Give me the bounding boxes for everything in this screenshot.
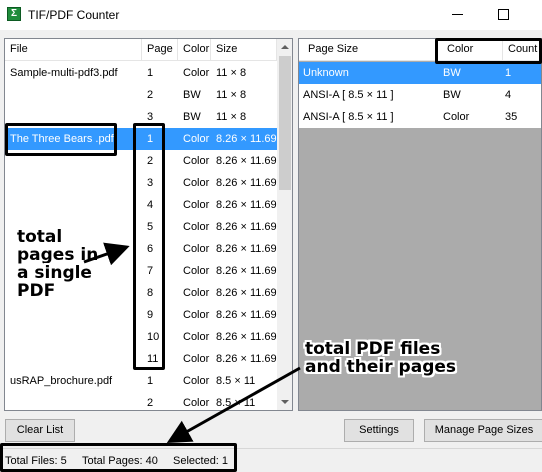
color-cell: BW [443,67,461,79]
scroll-down-icon[interactable] [281,400,289,404]
vertical-scrollbar[interactable] [277,39,292,410]
color-cell: BW [183,111,201,123]
file-name-cell [5,326,142,348]
count-cell: 1 [505,67,512,79]
file-name-cell: usRAP_brochure.pdf [10,375,113,387]
scroll-up-icon[interactable] [281,45,289,49]
column-header-color[interactable]: Color [178,39,211,61]
color-cell: Color [183,199,210,211]
title-bar: Σ TIF/PDF Counter [0,0,542,30]
file-row[interactable]: 2 Color 8.5 × 11 [5,392,277,410]
files-list-header: File Page Color Size [5,39,277,61]
color-cell: Color [183,331,210,343]
file-name-cell [5,194,142,216]
summary-row[interactable]: ANSI-A [ 8.5 × 11 ] Color 35 [299,106,541,128]
count-cell: 35 [505,111,518,123]
file-name-cell [5,348,142,370]
sigma-app-icon: Σ [7,7,21,21]
size-cell: 8.26 × 11.69 [216,199,277,211]
color-cell: Color [183,375,210,387]
color-cell: BW [183,89,201,101]
size-cell: 8.5 × 11 [216,397,256,409]
annotation-box-page-column [133,123,165,370]
size-cell: 8.26 × 11.69 [216,155,277,167]
color-cell: Color [183,155,210,167]
color-cell: Color [183,177,210,189]
maximize-icon[interactable] [493,4,513,24]
size-cell: 8.26 × 11.69 [216,133,277,145]
minimize-icon[interactable] [448,4,468,24]
column-header-page[interactable]: Page [142,39,178,61]
color-cell: Color [183,243,210,255]
file-name-cell [5,172,142,194]
size-cell: 8.26 × 11.69 [216,309,277,321]
annotation-box-color-count [435,38,542,64]
column-header-page-size[interactable]: Page Size [299,39,437,61]
manage-page-sizes-button[interactable]: Manage Page Sizes [424,419,542,442]
settings-button[interactable]: Settings [344,419,414,442]
color-cell: Color [183,265,210,277]
file-name-cell [5,304,142,326]
color-cell: Color [183,309,210,321]
size-cell: 8.26 × 11.69 [216,243,277,255]
column-header-size[interactable]: Size [211,39,277,61]
file-name-cell [5,392,142,410]
color-cell: Color [183,133,210,145]
scrollbar-thumb[interactable] [279,56,291,190]
size-cell: 11 × 8 [216,111,247,123]
color-cell: Color [183,397,210,409]
page-number-cell: 2 [147,89,154,101]
page-size-cell: Unknown [303,67,349,79]
color-cell: Color [183,67,210,79]
column-header-file[interactable]: File [5,39,142,61]
page-number-cell: 2 [147,397,154,409]
color-cell: Color [183,221,210,233]
file-name-cell [5,84,142,106]
count-cell: 4 [505,89,512,101]
annotation-box-status-bar [0,443,237,472]
color-cell: Color [443,111,470,123]
size-cell: 8.26 × 11.69 [216,221,277,233]
summary-row[interactable]: ANSI-A [ 8.5 × 11 ] BW 4 [299,84,541,106]
size-cell: 8.26 × 11.69 [216,177,277,189]
color-cell: Color [183,287,210,299]
size-cell: 8.5 × 11 [216,375,256,387]
file-row[interactable]: 2 BW 11 × 8 [5,84,277,106]
color-cell: BW [443,89,461,101]
page-size-cell: ANSI-A [ 8.5 × 11 ] [303,89,394,101]
size-cell: 8.26 × 11.69 [216,331,277,343]
annotation-total-files: total PDF files and their pages [305,339,457,377]
color-cell: Color [183,353,210,365]
size-cell: 11 × 8 [216,89,247,101]
size-cell: 8.26 × 11.69 [216,353,277,365]
window-title: TIF/PDF Counter [28,8,120,22]
summary-row[interactable]: Unknown BW 1 [299,62,541,84]
file-row[interactable]: Sample-multi-pdf3.pdf 1 Color 11 × 8 [5,62,277,84]
annotation-box-selected-file [5,123,117,156]
page-number-cell: 1 [147,67,154,79]
page-size-cell: ANSI-A [ 8.5 × 11 ] [303,111,394,123]
clear-list-button[interactable]: Clear List [5,419,75,442]
file-row[interactable]: usRAP_brochure.pdf 1 Color 8.5 × 11 [5,370,277,392]
size-cell: 8.26 × 11.69 [216,287,277,299]
size-cell: 8.26 × 11.69 [216,265,277,277]
size-cell: 11 × 8 [216,67,247,79]
annotation-single-pdf-pages: total pages in a single PDF [17,227,99,301]
page-number-cell: 1 [147,375,154,387]
file-name-cell: Sample-multi-pdf3.pdf [10,67,118,79]
